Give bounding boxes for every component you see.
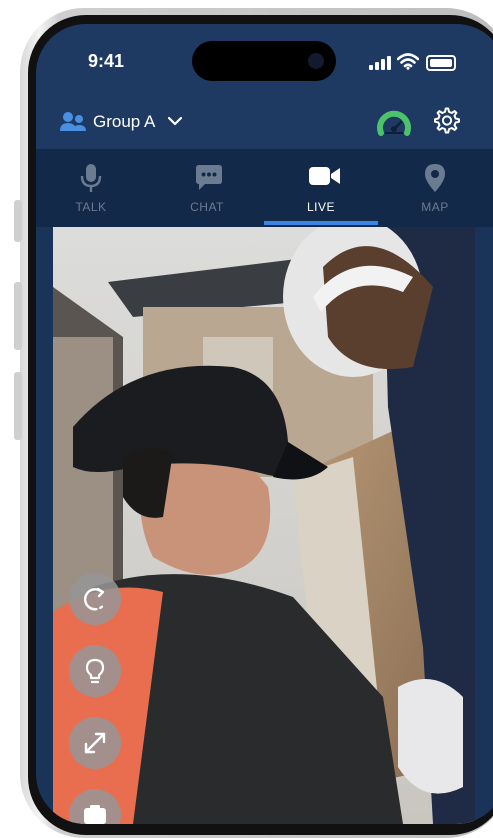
battery-icon [426,55,456,71]
tab-talk[interactable]: TALK [36,149,146,227]
app-header: Group A [36,99,493,149]
wifi-icon [397,53,419,70]
cellular-signal-icon [369,56,391,70]
status-bar: 9:41 [36,24,493,99]
group-name[interactable]: Group A [93,112,155,132]
tab-label: MAP [421,200,449,214]
fullscreen-button[interactable] [69,717,121,769]
chevron-down-icon[interactable] [168,116,182,126]
active-tab-indicator [264,221,378,225]
volume-up-button [14,282,22,350]
gear-icon[interactable] [432,106,462,136]
group-users-icon[interactable] [59,109,89,133]
map-pin-icon [425,164,445,192]
volume-down-button [14,372,22,440]
flashlight-button[interactable] [69,645,121,697]
front-camera [308,53,324,69]
tab-label: CHAT [190,200,224,214]
chat-bubble-icon [196,165,222,190]
tab-live[interactable]: LIVE [266,149,376,227]
video-camera-icon [309,167,340,185]
status-time: 9:41 [88,51,125,71]
tab-bar: TALK CHAT LIVE MAP [36,149,493,227]
tab-label: TALK [75,200,107,214]
light-bulb-icon [85,658,105,684]
camera-switch-icon [84,805,106,824]
action-button [14,200,22,242]
live-video-feed[interactable] [53,227,475,824]
phone-screen: 9:41 Group A TALK CHAT LIVE MAP [36,24,493,824]
tab-map[interactable]: MAP [380,149,490,227]
tab-label: LIVE [306,200,335,214]
microphone-icon [80,164,102,192]
expand-icon [84,732,106,754]
signal-gauge-icon[interactable] [376,107,412,139]
tab-chat[interactable]: CHAT [152,149,262,227]
battery-level [430,59,452,67]
rotate-camera-button[interactable] [69,573,121,625]
rotate-camera-icon [83,587,106,611]
